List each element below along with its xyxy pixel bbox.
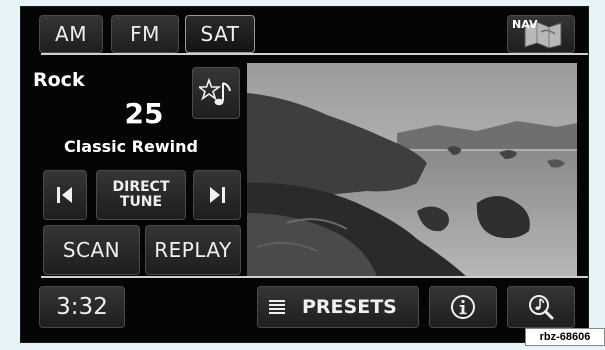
skip-forward-icon: [210, 187, 225, 203]
favorite-button[interactable]: [192, 67, 240, 119]
coastline-photo: [247, 63, 577, 277]
replay-button[interactable]: REPLAY: [145, 225, 241, 275]
band-fm-button[interactable]: FM: [111, 15, 179, 53]
direct-tune-label-line1: DIRECT: [112, 179, 170, 195]
genre-label: Rock: [33, 69, 85, 91]
scan-label: SCAN: [62, 238, 121, 262]
direct-tune-button[interactable]: DIRECT TUNE: [96, 170, 186, 220]
info-icon: [451, 295, 475, 319]
seek-forward-button[interactable]: [193, 170, 241, 220]
seek-back-button[interactable]: [43, 170, 87, 220]
nav-button[interactable]: NAV: [507, 15, 575, 53]
music-search-icon: [529, 295, 554, 320]
band-am-button[interactable]: AM: [39, 15, 103, 53]
list-icon: [269, 300, 285, 314]
info-button[interactable]: [429, 286, 497, 328]
replay-label: REPLAY: [154, 238, 232, 262]
reference-tag: rbz-68606: [525, 328, 605, 346]
band-am-label: AM: [55, 22, 87, 46]
skip-back-icon: [57, 187, 72, 203]
clock-display[interactable]: 3:32: [39, 286, 125, 328]
station-name: Classic Rewind: [64, 137, 198, 156]
presets-button[interactable]: PRESETS: [257, 286, 419, 328]
direct-tune-label-line2: TUNE: [119, 194, 163, 210]
band-sat-label: SAT: [200, 22, 240, 46]
radio-screen: AM FM SAT NAV Rock 25 Classic Rewind DIR…: [20, 6, 589, 343]
band-sat-button[interactable]: SAT: [185, 15, 255, 53]
bottom-divider: [41, 276, 588, 278]
scan-button[interactable]: SCAN: [43, 225, 140, 275]
nav-label: NAV: [512, 18, 538, 31]
clock-time: 3:32: [56, 294, 108, 320]
star-music-note-icon: [199, 77, 231, 106]
band-fm-label: FM: [130, 22, 160, 46]
channel-number: 25: [124, 97, 164, 130]
top-divider: [41, 53, 588, 55]
presets-label: PRESETS: [302, 296, 397, 318]
music-search-button[interactable]: [507, 286, 575, 328]
station-artwork: [247, 63, 577, 277]
